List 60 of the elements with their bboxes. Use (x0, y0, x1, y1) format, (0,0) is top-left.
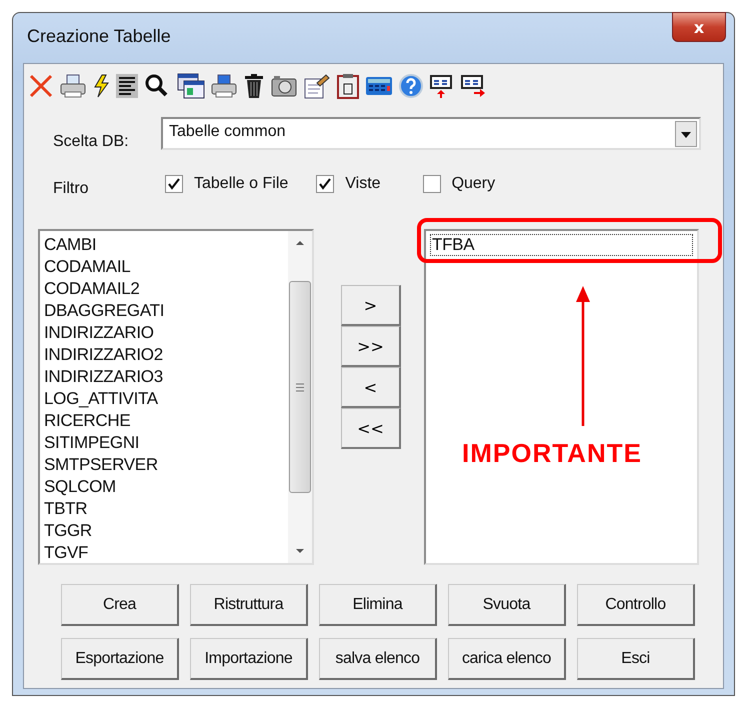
db-label: Scelta DB: (53, 133, 130, 151)
scrollbar[interactable] (288, 231, 312, 563)
window-title: Creazione Tabelle (27, 26, 172, 47)
db-dropdown[interactable]: Tabelle common (161, 117, 701, 150)
checkbox-label[interactable]: Viste (345, 175, 381, 193)
action-button[interactable]: Ristruttura (190, 584, 308, 626)
close-button[interactable]: x (672, 12, 726, 42)
table-list-item[interactable]: CAMBI (44, 234, 288, 256)
windows-icon[interactable] (177, 73, 205, 99)
table-list-item[interactable]: RICERCHE (44, 410, 288, 432)
table-list-item[interactable]: TFBA (430, 234, 693, 256)
scroll-up-icon[interactable] (294, 239, 306, 247)
action-button[interactable]: Importazione (190, 638, 308, 680)
table-list-item[interactable]: CODAMAIL2 (44, 278, 288, 300)
table-list-item[interactable]: LOG_ATTIVITA (44, 388, 288, 410)
table-list-item[interactable]: TGVF (44, 542, 288, 563)
table-list-item[interactable]: SMTPSERVER (44, 454, 288, 476)
printer-icon[interactable] (59, 73, 87, 99)
camera-icon[interactable] (270, 73, 298, 99)
table-list-item[interactable]: DBAGGREGATI (44, 300, 288, 322)
move-button[interactable]: < (341, 367, 401, 408)
checkbox[interactable] (316, 175, 334, 193)
checkbox-label[interactable]: Tabelle o File (194, 175, 288, 193)
grip-icon (295, 382, 305, 392)
lightning-icon[interactable] (92, 73, 110, 99)
scroll-thumb[interactable] (289, 281, 311, 493)
list-arrow-up-icon[interactable] (429, 73, 455, 99)
table-list-item[interactable]: INDIRIZZARIO (44, 322, 288, 344)
checkbox[interactable] (422, 175, 441, 193)
table-list-item[interactable]: CODAMAIL (44, 256, 288, 278)
filter-label: Filtro (53, 180, 90, 198)
trash-icon[interactable] (243, 73, 265, 99)
action-button[interactable]: salva elenco (319, 638, 437, 680)
action-button[interactable]: Elimina (319, 584, 437, 626)
notepad-icon[interactable] (303, 73, 331, 99)
checkbox[interactable] (165, 175, 183, 193)
action-button[interactable]: Controllo (577, 584, 695, 626)
help-icon[interactable] (398, 73, 424, 99)
move-button[interactable]: > (341, 285, 401, 326)
annotation-label: IMPORTANTE (462, 438, 642, 469)
document-icon[interactable] (115, 73, 139, 99)
table-list-item[interactable]: INDIRIZZARIO3 (44, 366, 288, 388)
action-button[interactable]: Esci (577, 638, 695, 680)
calendar-icon[interactable] (336, 73, 360, 99)
table-list-item[interactable]: SITIMPEGNI (44, 432, 288, 454)
action-button[interactable]: Esportazione (61, 638, 179, 680)
action-button[interactable]: Crea (61, 584, 179, 626)
move-button[interactable]: >> (341, 326, 401, 367)
checkbox-label[interactable]: Query (452, 175, 496, 193)
scroll-down-icon[interactable] (294, 547, 306, 555)
list-arrow-right-icon[interactable] (460, 73, 486, 99)
table-list-item[interactable]: SQLCOM (44, 476, 288, 498)
table-list-item[interactable]: TBTR (44, 498, 288, 520)
close-icon[interactable] (28, 73, 54, 99)
action-button[interactable]: carica elenco (448, 638, 566, 680)
action-button[interactable]: Svuota (448, 584, 566, 626)
table-list-item[interactable]: INDIRIZZARIO2 (44, 344, 288, 366)
table-list-item[interactable]: TGGR (44, 520, 288, 542)
move-button[interactable]: << (341, 408, 401, 449)
printer-icon[interactable] (210, 73, 238, 99)
